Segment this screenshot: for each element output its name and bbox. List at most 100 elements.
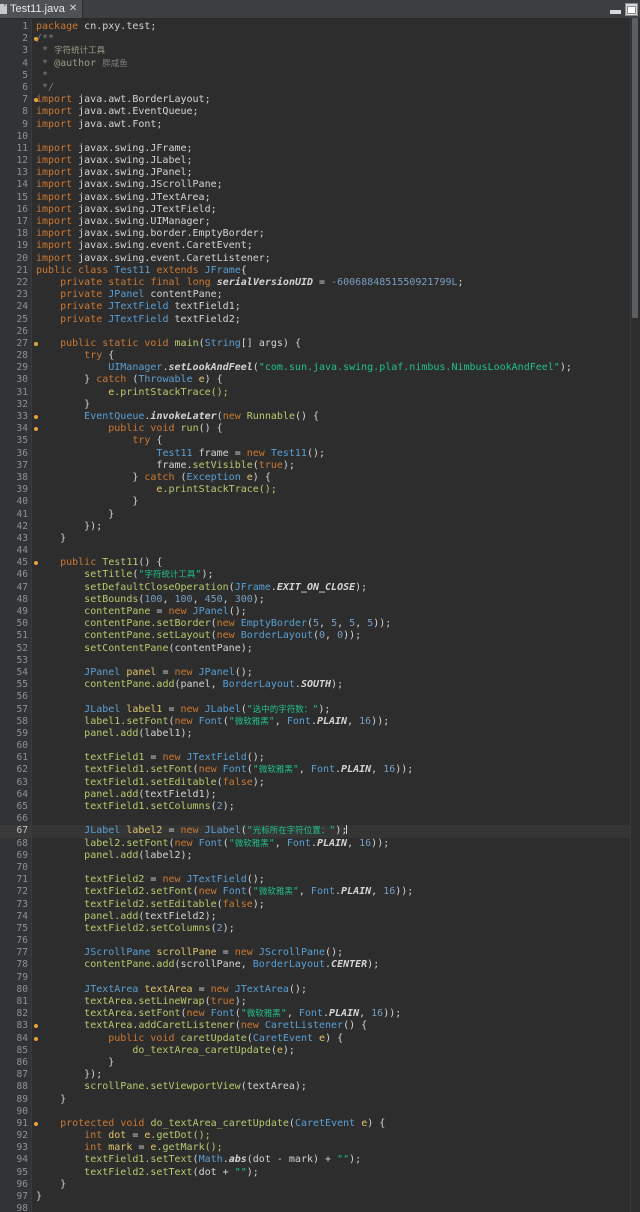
code-line[interactable]: panel.add(textField2); [32,911,640,923]
line-number[interactable]: 60 [0,740,31,752]
line-number[interactable]: 83 [0,1020,38,1032]
code-line[interactable]: int mark = e.getMark(); [32,1142,640,1154]
line-number[interactable]: 13 [0,167,31,179]
code-line[interactable]: panel.add(label2); [32,850,640,862]
code-line[interactable]: import javax.swing.JLabel; [32,155,640,167]
code-line[interactable]: private JTextField textField2; [32,314,640,326]
line-number[interactable]: 10 [0,131,31,143]
code-line[interactable]: JLabel label2 = new JLabel("光标所在字符位置："); [32,825,640,838]
line-number[interactable]: 16 [0,204,31,216]
line-number[interactable]: 74 [0,911,31,923]
code-line[interactable]: } [32,533,640,545]
line-number[interactable]: 52 [0,643,31,655]
code-line[interactable]: setContentPane(contentPane); [32,643,640,655]
line-number[interactable]: 56 [0,691,31,703]
line-number[interactable]: 76 [0,935,31,947]
code-line[interactable]: int dot = e.getDot(); [32,1130,640,1142]
line-number[interactable]: 66 [0,813,31,825]
line-number[interactable]: 69 [0,850,31,862]
line-number[interactable]: 49 [0,606,31,618]
code-line[interactable]: * [32,70,640,82]
line-number[interactable]: 67 [0,825,31,838]
code-line[interactable]: panel.add(label1); [32,728,640,740]
line-number[interactable]: 84 [0,1033,38,1045]
line-number[interactable]: 21 [0,265,31,277]
code-line[interactable]: import java.awt.BorderLayout; [32,94,640,106]
line-number[interactable]: 1 [0,21,31,33]
code-line[interactable]: JPanel panel = new JPanel(); [32,667,640,679]
code-line[interactable]: }); [32,1069,640,1081]
line-number[interactable]: 27 [0,338,38,350]
code-line[interactable]: try { [32,435,640,447]
line-number[interactable]: 34 [0,423,38,435]
code-line[interactable] [32,545,640,557]
line-number[interactable]: 25 [0,314,31,326]
line-number[interactable]: 68 [0,838,31,850]
code-line[interactable]: } [32,399,640,411]
code-line[interactable]: textField2.setEditable(false); [32,899,640,911]
code-line[interactable]: contentPane.add(scrollPane, BorderLayout… [32,959,640,971]
line-number[interactable]: 94 [0,1154,31,1166]
code-line[interactable]: scrollPane.setViewportView(textArea); [32,1081,640,1093]
line-number[interactable]: 38 [0,472,31,484]
line-number[interactable]: 23 [0,289,31,301]
line-number[interactable]: 32 [0,399,31,411]
line-number[interactable]: 4 [0,58,31,70]
code-line[interactable] [32,935,640,947]
vertical-scrollbar[interactable] [630,18,640,1212]
code-line[interactable]: } [32,509,640,521]
line-number[interactable]: 86 [0,1057,31,1069]
line-number[interactable]: 92 [0,1130,31,1142]
code-line[interactable]: textArea.addCaretListener(new CaretListe… [32,1020,640,1032]
line-number[interactable]: 97 [0,1191,31,1203]
code-line[interactable]: e.printStackTrace(); [32,484,640,496]
line-number[interactable]: 50 [0,618,31,630]
line-number[interactable]: 96 [0,1179,31,1191]
line-number[interactable]: 46 [0,569,31,581]
line-number[interactable]: 88 [0,1081,31,1093]
code-line[interactable]: public static void main(String[] args) { [32,338,640,350]
code-line[interactable]: setTitle("字符统计工具"); [32,569,640,581]
line-number[interactable]: 36 [0,448,31,460]
line-number[interactable]: 8 [0,106,31,118]
line-number[interactable]: 37 [0,460,31,472]
line-number[interactable]: 75 [0,923,31,935]
line-number[interactable]: 93 [0,1142,31,1154]
code-line[interactable]: import javax.swing.JFrame; [32,143,640,155]
line-number[interactable]: 19 [0,240,31,252]
code-line[interactable]: * 字符统计工具 [32,45,640,57]
code-line[interactable]: import javax.swing.event.CaretEvent; [32,240,640,252]
line-number[interactable]: 98 [0,1203,31,1212]
code-line[interactable]: */ [32,82,640,94]
code-line[interactable]: import javax.swing.border.EmptyBorder; [32,228,640,240]
line-number[interactable]: 78 [0,959,31,971]
code-line[interactable]: }); [32,521,640,533]
code-line[interactable]: /** [32,33,640,45]
code-line[interactable]: import javax.swing.JPanel; [32,167,640,179]
line-number[interactable]: 2 [0,33,38,45]
line-number[interactable]: 95 [0,1167,31,1179]
code-line[interactable]: import javax.swing.JTextArea; [32,192,640,204]
line-number[interactable]: 80 [0,984,31,996]
line-number[interactable]: 79 [0,972,31,984]
line-number[interactable]: 55 [0,679,31,691]
code-line[interactable] [32,691,640,703]
line-number[interactable]: 43 [0,533,31,545]
code-line[interactable]: textField2 = new JTextField(); [32,874,640,886]
line-number[interactable]: 39 [0,484,31,496]
line-number[interactable]: 3 [0,45,31,57]
line-number[interactable]: 54 [0,667,31,679]
line-number[interactable]: 59 [0,728,31,740]
code-line[interactable]: label2.setFont(new Font("微软雅黑", Font.PLA… [32,838,640,850]
line-number[interactable]: 47 [0,582,31,594]
line-number[interactable]: 57 [0,704,31,716]
line-number[interactable]: 61 [0,752,31,764]
line-number[interactable]: 51 [0,630,31,642]
line-number-gutter[interactable]: 1 2 3 4 5 6 7 8 9 10 11 12 13 14 15 16 17 18 19 20 21 22 23 24 2… [0,19,38,1212]
line-number[interactable]: 17 [0,216,31,228]
code-line[interactable]: * @author 胖咸鱼 [32,58,640,70]
code-line[interactable]: JScrollPane scrollPane = new JScrollPane… [32,947,640,959]
code-line[interactable]: protected void do_textArea_caretUpdate(C… [32,1118,640,1130]
code-line[interactable]: JTextArea textArea = new JTextArea(); [32,984,640,996]
code-line[interactable]: public Test11() { [32,557,640,569]
